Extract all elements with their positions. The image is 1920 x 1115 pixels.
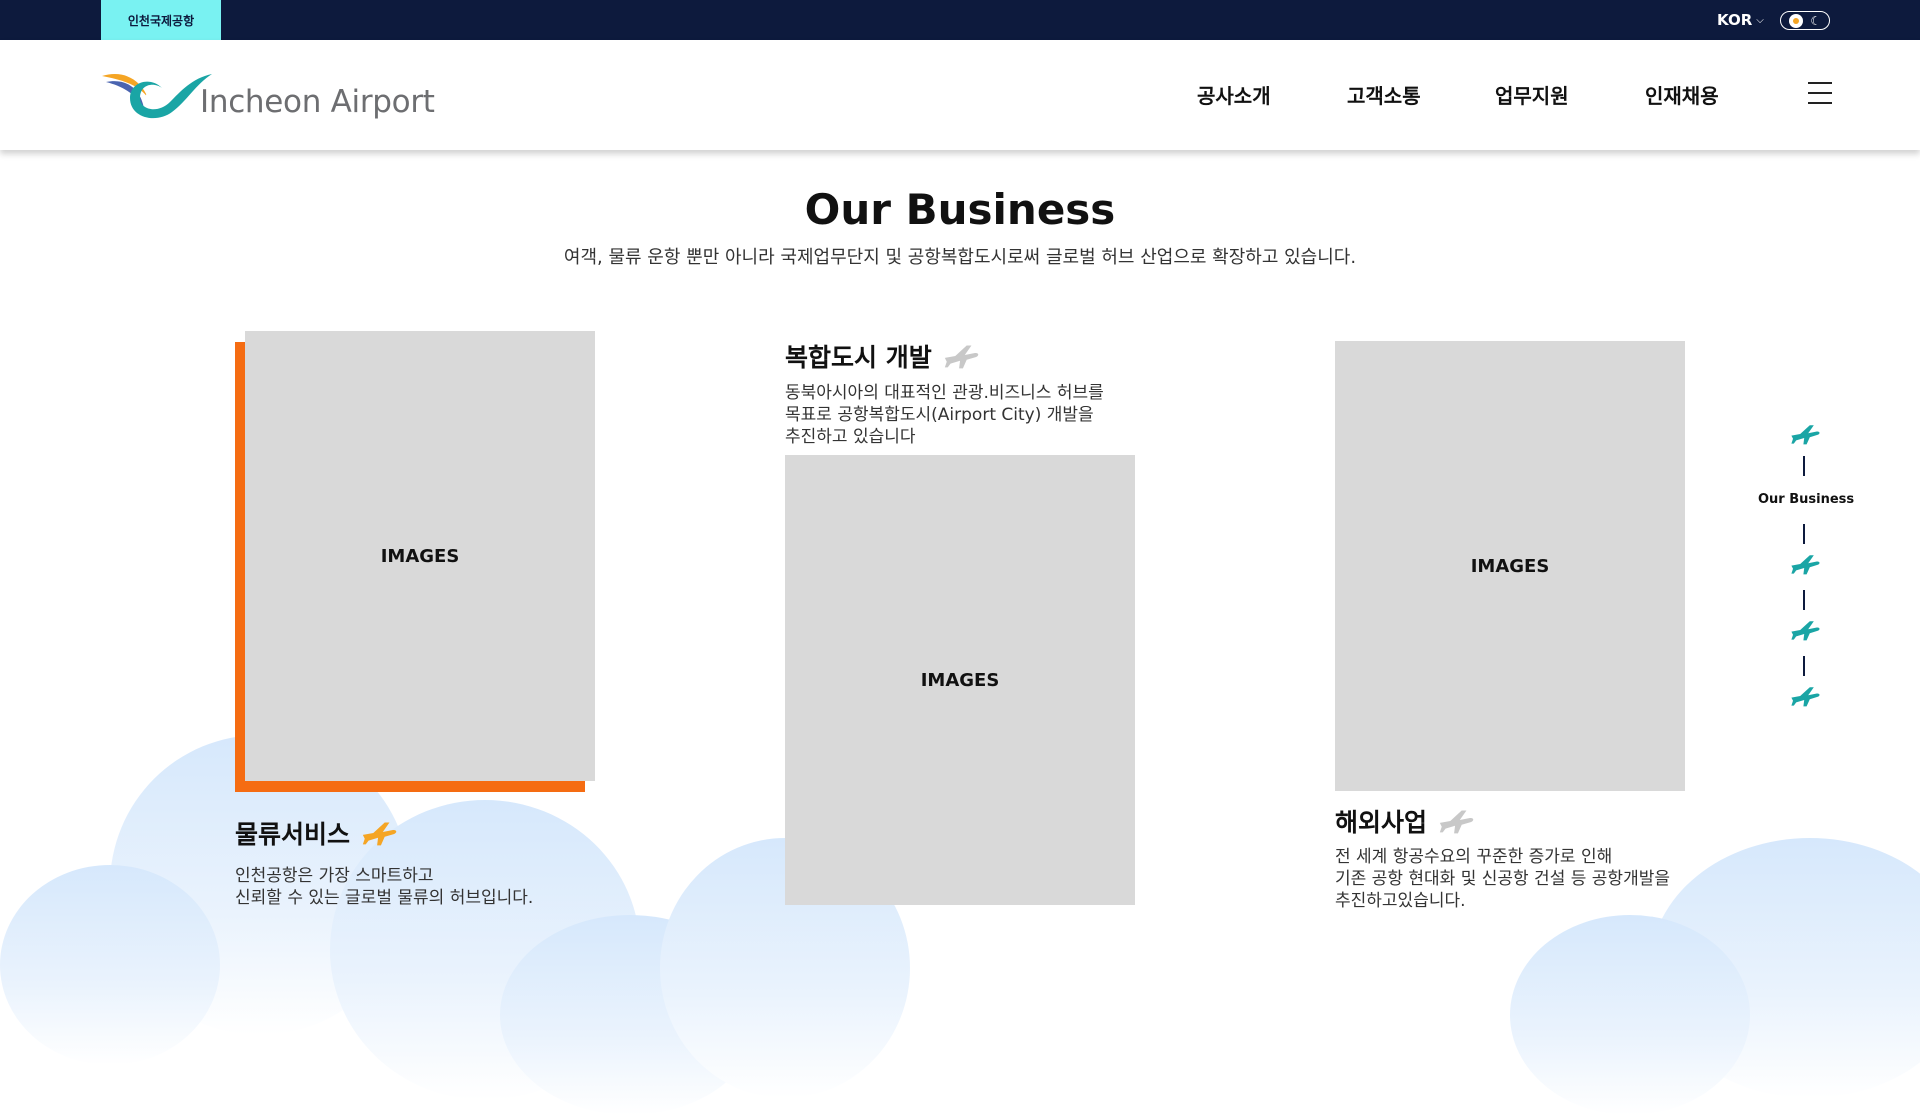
logo-text: Incheon Airport bbox=[200, 84, 435, 120]
airplane-icon bbox=[1439, 810, 1474, 834]
cloud-decoration bbox=[1510, 915, 1750, 1115]
logo-mark-icon bbox=[102, 74, 212, 119]
section-description: 여객, 물류 운항 뿐만 아니라 국제업무단지 및 공항복합도시로써 글로벌 허… bbox=[563, 247, 1357, 268]
nav-item-customer[interactable]: 고객소통 bbox=[1347, 80, 1421, 109]
sun-icon bbox=[1788, 13, 1803, 28]
section-nav-airplane-icon[interactable] bbox=[1789, 618, 1821, 642]
card-description-airport-city: 동북아시아의 대표적인 관광.비즈니스 허브를 목표로 공항복합도시(Airpo… bbox=[785, 383, 1104, 447]
language-label: KOR bbox=[1717, 11, 1753, 29]
section-nav-connector bbox=[1803, 456, 1805, 476]
chevron-down-icon: ⌵ bbox=[1756, 14, 1764, 26]
hamburger-icon[interactable] bbox=[1808, 80, 1832, 106]
card-title-airport-city[interactable]: 복합도시 개발 bbox=[785, 338, 980, 374]
card-title-overseas[interactable]: 해외사업 bbox=[1335, 803, 1475, 839]
card-image-overseas: IMAGES bbox=[1335, 341, 1685, 791]
section-nav-airplane-icon[interactable] bbox=[1789, 684, 1821, 708]
card-title-label: 물류서비스 bbox=[235, 820, 351, 849]
card-description-overseas: 전 세계 항공수요의 꾸준한 증가로 인해 기존 공항 현대화 및 신공항 건설… bbox=[1335, 847, 1670, 911]
nav-item-careers[interactable]: 인재채용 bbox=[1645, 80, 1719, 109]
section-nav-airplane-icon[interactable] bbox=[1789, 422, 1821, 446]
theme-toggle[interactable]: ☾ bbox=[1780, 11, 1830, 30]
card-description-logistics: 인천공항은 가장 스마트하고 신뢰할 수 있는 글로벌 물류의 허브입니다. bbox=[235, 866, 534, 908]
section-title: Our Business bbox=[804, 185, 1116, 234]
section-nav-connector bbox=[1803, 656, 1805, 676]
nav-item-business-support[interactable]: 업무지원 bbox=[1495, 80, 1569, 109]
top-utility-bar: 인천국제공항 KOR ⌵ ☾ bbox=[0, 0, 1920, 40]
section-nav-active-label[interactable]: Our Business bbox=[1758, 492, 1854, 507]
card-image-airport-city: IMAGES bbox=[785, 455, 1135, 905]
language-selector[interactable]: KOR ⌵ bbox=[1717, 10, 1764, 30]
cloud-decoration bbox=[0, 865, 220, 1065]
card-title-logistics[interactable]: 물류서비스 bbox=[235, 815, 398, 851]
main-header: Incheon Airport 공사소개 고객소통 업무지원 인재채용 bbox=[0, 40, 1920, 150]
card-title-label: 복합도시 개발 bbox=[785, 343, 932, 372]
nav-item-company[interactable]: 공사소개 bbox=[1197, 80, 1271, 109]
logo[interactable]: Incheon Airport bbox=[100, 68, 450, 128]
moon-icon: ☾ bbox=[1810, 13, 1822, 28]
section-nav-airplane-icon[interactable] bbox=[1789, 552, 1821, 576]
section-nav-connector bbox=[1803, 590, 1805, 610]
card-image-logistics: IMAGES bbox=[245, 331, 595, 781]
card-title-label: 해외사업 bbox=[1335, 808, 1428, 837]
section-nav-connector bbox=[1803, 524, 1805, 544]
site-link-incheon-airport[interactable]: 인천국제공항 bbox=[101, 0, 221, 40]
airplane-icon bbox=[362, 822, 397, 846]
airplane-icon bbox=[944, 345, 978, 369]
